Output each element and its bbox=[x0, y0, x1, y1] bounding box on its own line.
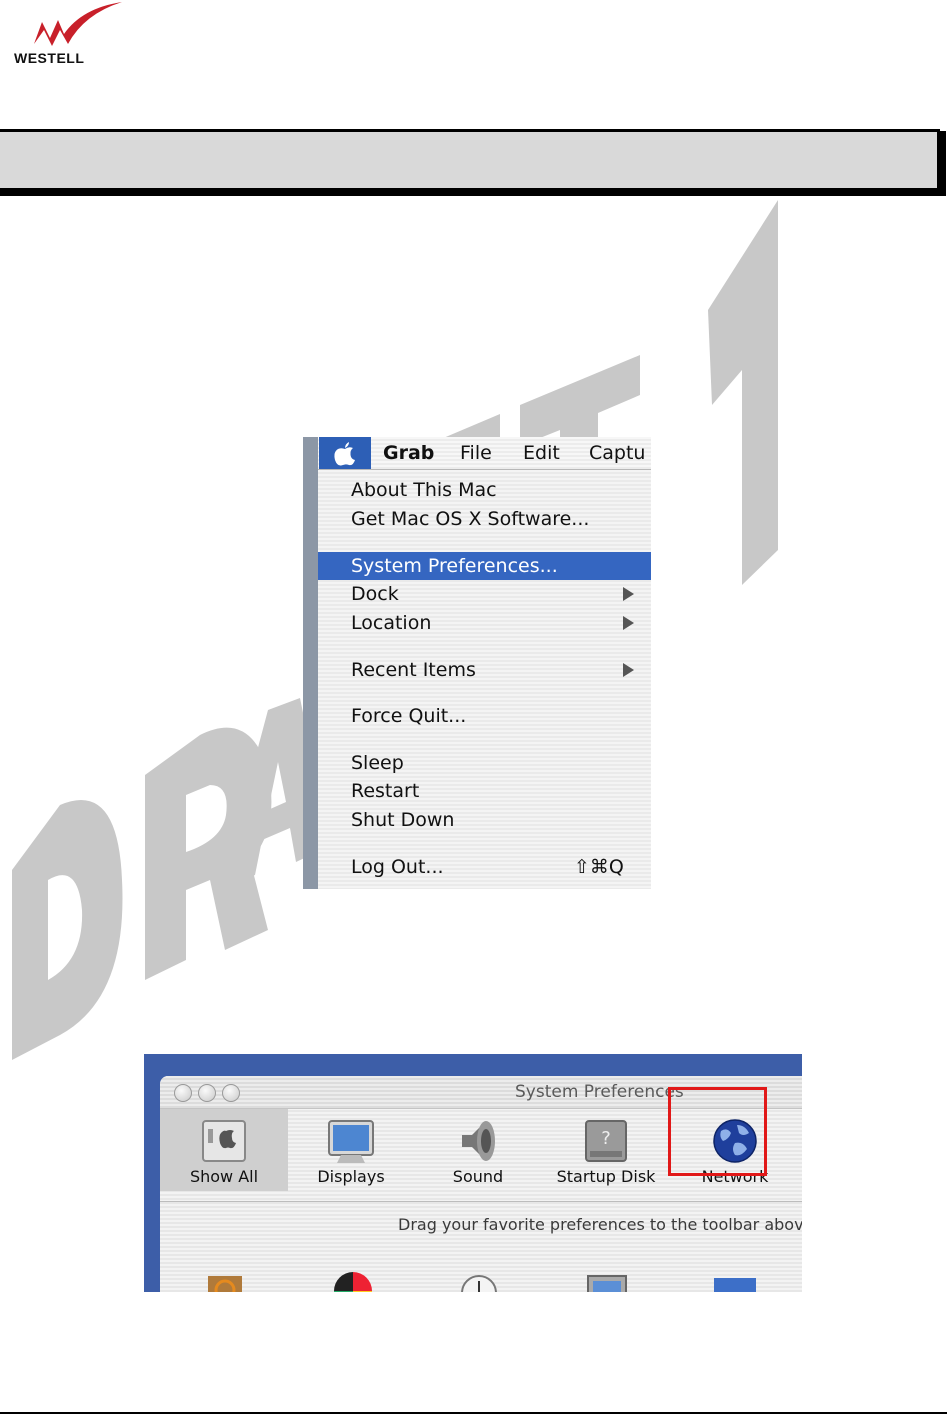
monitor-icon[interactable] bbox=[584, 1268, 630, 1292]
menu-item-system-preferences[interactable]: System Preferences... bbox=[318, 552, 651, 580]
toolbar-label: Show All bbox=[189, 1167, 259, 1186]
desktop-icon[interactable] bbox=[712, 1268, 758, 1292]
menu-item-log-out[interactable]: Log Out... ⇧⌘Q bbox=[318, 853, 651, 881]
submenu-arrow-icon bbox=[623, 663, 634, 677]
submenu-arrow-icon bbox=[623, 587, 634, 601]
pane-divider bbox=[160, 1201, 802, 1202]
menubar-grab[interactable]: Grab bbox=[383, 441, 434, 465]
system-preferences-screenshot: System Preferences Show All Displays Sou… bbox=[144, 1054, 802, 1292]
header-bar-shadow bbox=[0, 191, 946, 196]
logo-wordmark: WESTELL bbox=[14, 50, 85, 66]
menubar-edit[interactable]: Edit bbox=[523, 441, 560, 465]
sound-icon bbox=[462, 1121, 495, 1161]
date-time-icon[interactable] bbox=[456, 1268, 502, 1292]
menu-item-label: Recent Items bbox=[351, 659, 476, 681]
toolbar-displays[interactable]: Displays bbox=[291, 1109, 411, 1191]
toolbar-startup-disk[interactable]: ? Startup Disk bbox=[546, 1109, 666, 1191]
network-highlight-box bbox=[668, 1087, 767, 1176]
zoom-window-button[interactable] bbox=[222, 1084, 240, 1102]
keyboard-shortcut: ⇧⌘Q bbox=[574, 856, 624, 878]
displays-icon bbox=[328, 1120, 374, 1163]
menu-item-about-this-mac[interactable]: About This Mac bbox=[318, 476, 651, 504]
toolbar-sound[interactable]: Sound bbox=[418, 1109, 538, 1191]
submenu-arrow-icon bbox=[623, 616, 634, 630]
colorsync-icon[interactable] bbox=[330, 1268, 376, 1292]
menu-item-dock[interactable]: Dock bbox=[318, 580, 651, 608]
menubar-file[interactable]: File bbox=[460, 441, 492, 465]
menu-item-recent-items[interactable]: Recent Items bbox=[318, 656, 651, 684]
menu-item-label: Get Mac OS X Software... bbox=[351, 508, 590, 530]
footer-rule bbox=[0, 1412, 947, 1414]
section-header-bar bbox=[0, 129, 940, 191]
close-window-button[interactable] bbox=[174, 1084, 192, 1102]
menu-item-label: Shut Down bbox=[351, 809, 455, 831]
menu-item-label: Log Out... bbox=[351, 856, 444, 878]
minimize-window-button[interactable] bbox=[198, 1084, 216, 1102]
apple-menu-screenshot: Grab File Edit Captu About This Mac Get … bbox=[303, 437, 651, 889]
apple-dropdown-menu: About This Mac Get Mac OS X Software... … bbox=[318, 470, 651, 889]
menu-item-label: System Preferences... bbox=[351, 555, 558, 577]
svg-text:?: ? bbox=[601, 1128, 611, 1149]
menu-item-label: Force Quit... bbox=[351, 705, 467, 727]
menu-item-force-quit[interactable]: Force Quit... bbox=[318, 702, 651, 730]
menu-item-get-software[interactable]: Get Mac OS X Software... bbox=[318, 505, 651, 533]
menu-item-sleep[interactable]: Sleep bbox=[318, 749, 651, 777]
menu-item-label: About This Mac bbox=[351, 479, 497, 501]
menu-item-shut-down[interactable]: Shut Down bbox=[318, 806, 651, 834]
toolbar-label: Displays bbox=[317, 1167, 385, 1186]
menu-item-location[interactable]: Location bbox=[318, 609, 651, 637]
show-all-icon bbox=[202, 1120, 246, 1162]
window-title: System Preferences bbox=[515, 1082, 684, 1102]
menu-item-restart[interactable]: Restart bbox=[318, 777, 651, 805]
toolbar-label: Startup Disk bbox=[556, 1167, 656, 1186]
toolbar-label: Sound bbox=[452, 1167, 504, 1186]
toolbar-show-all[interactable]: Show All bbox=[164, 1109, 284, 1191]
menubar-capture[interactable]: Captu bbox=[589, 441, 645, 465]
menu-item-label: Restart bbox=[351, 780, 420, 802]
pref-pane-icon[interactable] bbox=[202, 1268, 248, 1292]
toolbar-drag-hint: Drag your favorite preferences to the to… bbox=[398, 1215, 802, 1234]
menu-item-label: Dock bbox=[351, 583, 399, 605]
startup-disk-icon: ? bbox=[585, 1120, 627, 1162]
menu-item-label: Location bbox=[351, 612, 432, 634]
apple-icon[interactable] bbox=[331, 441, 359, 467]
desktop-edge bbox=[303, 437, 318, 889]
header-bar-shadow-right bbox=[940, 131, 946, 196]
menu-item-label: Sleep bbox=[351, 752, 404, 774]
